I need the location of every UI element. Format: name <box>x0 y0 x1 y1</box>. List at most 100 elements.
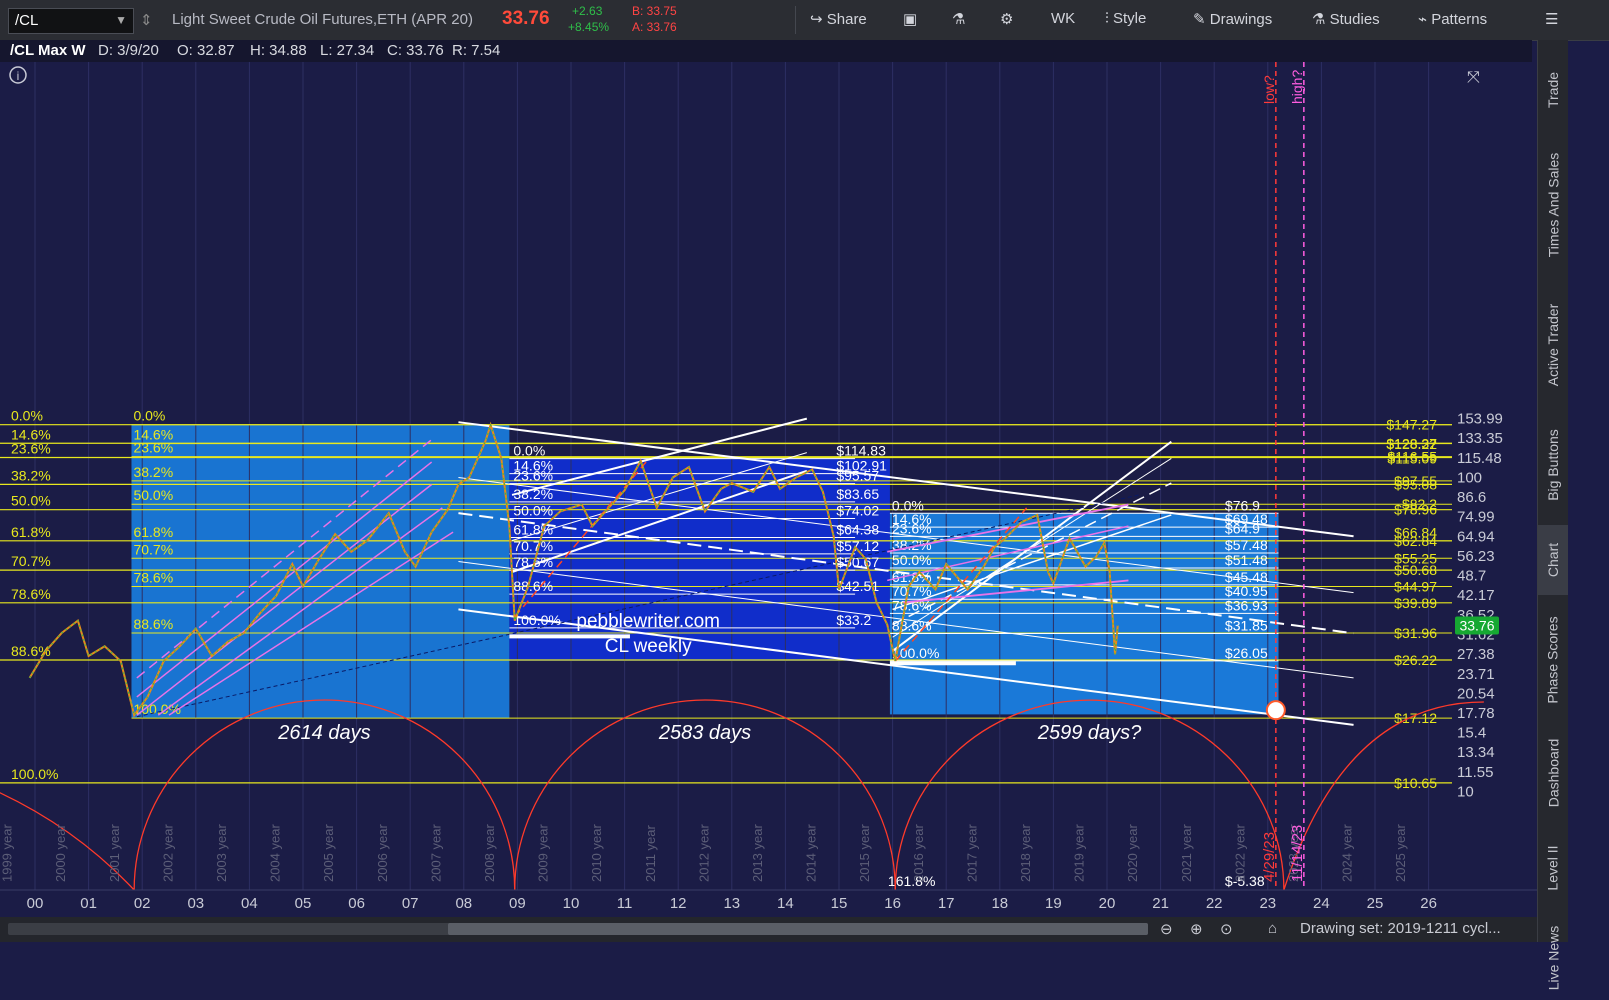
x-axis-tick-label: 05 <box>295 895 312 912</box>
price-level-label: $10.65 <box>1394 775 1437 791</box>
fib-price-label: $36.93 <box>1225 597 1268 613</box>
sidebar-tab-active-trader[interactable]: Active Trader <box>1538 285 1568 405</box>
x-axis-tick-label: 03 <box>187 895 204 912</box>
fib-level-label: 88.6% <box>513 578 553 594</box>
price-level-label: $17.12 <box>1394 710 1437 726</box>
fib-level-label: 23.6% <box>133 440 173 456</box>
price-level-label: $147.27 <box>1386 417 1437 433</box>
pattern-icon: ⌁ <box>1418 11 1428 28</box>
cycle-year-label: 2016 year <box>911 824 926 882</box>
timeframe-button[interactable]: WK <box>1051 10 1075 27</box>
sidebar-tab-label: Times And Sales <box>1545 152 1561 258</box>
fib-price-label: $64.38 <box>836 522 879 538</box>
range-value: R: 7.54 <box>452 42 501 59</box>
sidebar-tab-level-ii[interactable]: Level II <box>1538 830 1568 905</box>
low-value: L: 27.34 <box>320 42 375 59</box>
sidebar-tab-live-news[interactable]: Live News <box>1538 915 1568 1000</box>
chart-title: /CL Max W <box>10 42 86 59</box>
fib-level-label: 70.7% <box>133 541 173 557</box>
sidebar-tab-label: Big Buttons <box>1545 429 1562 501</box>
sidebar-tab-times-and-sales[interactable]: Times And Sales <box>1538 135 1568 275</box>
gear-icon[interactable]: ⚙ <box>1000 10 1013 28</box>
chevron-down-icon[interactable]: ▼ <box>115 13 127 27</box>
cycle-year-label: 2002 year <box>160 824 175 882</box>
price-chart[interactable]: 0.0%14.6%23.6%38.2%50.0%61.8%70.7%78.6%8… <box>0 62 1537 917</box>
date-value: D: 3/9/20 <box>98 42 159 59</box>
fib-price-label: $83.65 <box>836 486 879 502</box>
cycle-year-label: 2025 year <box>1393 824 1408 882</box>
sidebar-tab-trade[interactable]: Trade <box>1538 50 1568 130</box>
y-axis-tick-label: 133.35 <box>1457 430 1503 447</box>
vertical-marker-label: high? <box>1289 70 1305 104</box>
flask-icon[interactable]: ⚗ <box>952 10 965 28</box>
right-sidebar: Trade Times And Sales Active Trader Big But… <box>1537 40 1568 990</box>
y-axis-tick-label: 100 <box>1457 469 1482 486</box>
sidebar-tab-chart[interactable]: Chart <box>1538 525 1568 595</box>
symbol-selector[interactable]: /CL ▼ <box>8 8 134 34</box>
horizontal-scrollbar[interactable] <box>8 923 1148 935</box>
crosshair-icon[interactable]: ⤧ <box>1467 69 1480 86</box>
sidebar-tab-phase-scores[interactable]: Phase Scores <box>1538 605 1568 715</box>
studies-label: Studies <box>1329 11 1380 28</box>
top-toolbar: /CL ▼ ⇕ Light Sweet Crude Oil Futures,ET… <box>0 0 1609 41</box>
bottom-bar: ⊖ ⊕ ⊙ ⌂ Drawing set: 2019-1211 cycl... <box>0 917 1537 942</box>
symbol-value[interactable]: /CL <box>15 12 38 29</box>
cycle-length-label: 2583 days <box>658 722 751 744</box>
fib-level-label: 38.2% <box>133 464 173 480</box>
zoom-out-icon[interactable]: ⊖ <box>1160 920 1173 938</box>
sidebar-tab-label: Live News <box>1545 925 1561 990</box>
drawing-set-label[interactable]: Drawing set: 2019-1211 cycl... <box>1300 920 1501 937</box>
y-axis-tick-label: 56.23 <box>1457 548 1495 565</box>
x-axis-tick-label: 23 <box>1259 895 1276 912</box>
cycle-year-label: 2011 year <box>643 824 658 882</box>
zoom-in-icon[interactable]: ⊕ <box>1190 920 1203 938</box>
fib-price-label: $57.48 <box>1225 537 1268 553</box>
x-axis-tick-label: 19 <box>1045 895 1062 912</box>
fib-box-2016-2023 <box>889 513 1279 715</box>
style-button[interactable]: ⫶ Style <box>1105 10 1146 27</box>
patterns-label: Patterns <box>1431 11 1488 28</box>
net-change: +2.63 <box>572 4 603 18</box>
x-axis-tick-label: 08 <box>455 895 472 912</box>
cycle-year-label: 2015 year <box>857 824 872 882</box>
target-marker[interactable] <box>1265 700 1286 721</box>
high-value: H: 34.88 <box>250 42 307 59</box>
drawings-button[interactable]: ✎ Drawings <box>1193 10 1272 28</box>
layout-icon[interactable]: ▣ <box>903 10 917 28</box>
fib-price-label: $26.05 <box>1225 645 1268 661</box>
cycle-year-label: 2017 year <box>964 824 979 882</box>
x-axis-tick-label: 09 <box>509 895 526 912</box>
price-level-label: $62.84 <box>1394 533 1437 549</box>
menu-icon[interactable]: ☰ <box>1545 10 1558 28</box>
cycle-year-label: 2019 year <box>1072 824 1087 882</box>
fib-level-label: 0.0% <box>513 443 545 459</box>
vertical-marker-label: low? <box>1261 75 1277 104</box>
cycle-year-label: 2013 year <box>750 824 765 882</box>
pencil-icon: ✎ <box>1193 11 1206 28</box>
studies-button[interactable]: ⚗ Studies <box>1312 10 1380 28</box>
share-button[interactable]: ↪ Share <box>810 10 867 28</box>
zoom-fit-icon[interactable]: ⊙ <box>1220 920 1233 938</box>
fib-level-label: 61.8% <box>11 524 51 540</box>
y-axis-tick-label: 74.99 <box>1457 509 1495 526</box>
vertical-marker-date: 11/14/23 <box>1289 825 1306 882</box>
cycle-year-label: 2001 year <box>107 824 122 882</box>
fib-price-label: $50.67 <box>836 554 879 570</box>
x-axis-tick-label: 04 <box>241 895 258 912</box>
fib-price-label: $31.85 <box>1225 618 1268 634</box>
sidebar-tab-dashboard[interactable]: Dashboard <box>1538 725 1568 820</box>
cycle-length-label: 2614 days <box>277 722 370 744</box>
sidebar-tab-label: Phase Scores <box>1545 616 1562 704</box>
link-icon[interactable]: ⇕ <box>140 11 153 29</box>
sidebar-tab-big-buttons[interactable]: Big Buttons <box>1538 415 1568 515</box>
cycle-year-label: 2009 year <box>536 824 551 882</box>
cycle-year-label: 2014 year <box>804 824 819 882</box>
patterns-button[interactable]: ⌁ Patterns <box>1418 10 1487 28</box>
drawing-set-icon[interactable]: ⌂ <box>1268 920 1277 937</box>
y-axis-tick-label: 27.38 <box>1457 646 1495 663</box>
sidebar-tab-label: Dashboard <box>1545 738 1561 807</box>
scrollbar-thumb[interactable] <box>448 923 1148 935</box>
y-axis-tick-label: 11.55 <box>1457 764 1493 781</box>
x-axis-tick-label: 06 <box>348 895 365 912</box>
x-axis-tick-label: 12 <box>670 895 687 912</box>
